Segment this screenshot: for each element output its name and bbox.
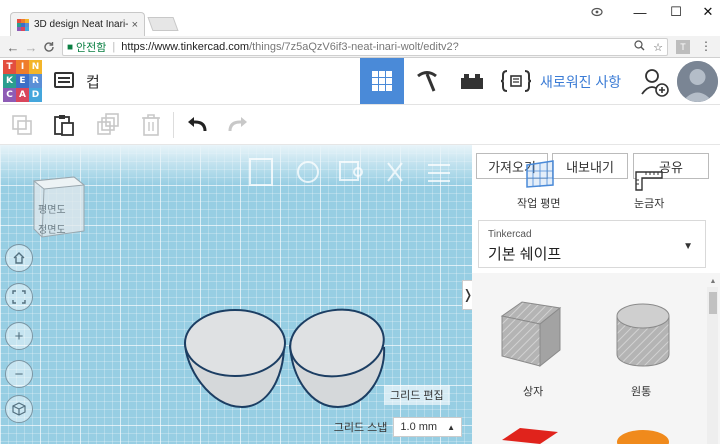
zoom-icon[interactable] bbox=[634, 40, 645, 54]
back-button[interactable]: ← bbox=[4, 38, 22, 56]
red-shape-thumbnail[interactable] bbox=[500, 426, 560, 444]
zoom-in-icon: + bbox=[14, 327, 24, 345]
shape-label-cylinder: 원통 bbox=[631, 386, 652, 398]
workplane-tool-icon[interactable] bbox=[523, 159, 557, 189]
view-cube[interactable]: 평면도 정면도 bbox=[28, 175, 86, 239]
library-source-label: Tinkercad bbox=[488, 229, 532, 240]
pickaxe-icon bbox=[417, 71, 437, 92]
url-path: /things/7z5aQzV6if3-neat-inari-wolt/edit… bbox=[249, 41, 459, 53]
whats-new-link[interactable]: 새로워진 사항 bbox=[540, 72, 621, 92]
workplane-label: 작업 평면 bbox=[517, 198, 561, 210]
home-icon bbox=[13, 252, 25, 264]
ruler-label: 눈금자 bbox=[634, 198, 665, 210]
code-braces-icon bbox=[500, 70, 532, 92]
fit-icon bbox=[12, 290, 26, 304]
home-view-button[interactable] bbox=[5, 244, 33, 272]
library-name: 기본 쉐이프 bbox=[488, 246, 562, 263]
logo-letter: K bbox=[3, 74, 16, 88]
cup-shape-left bbox=[184, 309, 286, 409]
snap-grid-control: 그리드 스냅 1.0 mm ▲ bbox=[334, 417, 462, 437]
browser-menu-icon[interactable]: ⋮ bbox=[700, 39, 712, 53]
snap-caret-icon: ▲ bbox=[447, 422, 455, 432]
forward-button[interactable]: → bbox=[22, 38, 40, 56]
lock-icon: ■ bbox=[67, 41, 74, 53]
toolbar-divider bbox=[173, 112, 174, 138]
snap-grid-value: 1.0 mm bbox=[400, 421, 438, 433]
duplicate-icon[interactable] bbox=[96, 113, 120, 137]
shape-label-box: 상자 bbox=[523, 386, 544, 398]
scrollbar-thumb[interactable] bbox=[709, 292, 717, 314]
bookmark-star-icon[interactable]: ☆ bbox=[653, 41, 663, 54]
url-base: https://www.tinkercad.com bbox=[121, 41, 250, 53]
tinkercad-logo[interactable]: TINKERCAD bbox=[3, 60, 42, 102]
omnibox-separator: | bbox=[112, 41, 116, 53]
fit-view-button[interactable] bbox=[5, 283, 33, 311]
reload-button[interactable] bbox=[40, 38, 58, 56]
zoom-in-button[interactable]: + bbox=[5, 322, 33, 350]
codeblocks-button[interactable] bbox=[494, 58, 538, 104]
logo-letter: R bbox=[29, 74, 42, 88]
tinkercad-favicon-icon bbox=[17, 18, 29, 31]
3d-view-button[interactable] bbox=[360, 58, 404, 104]
cup-models[interactable] bbox=[180, 307, 392, 412]
address-bar-row: ← → ■ 안전함 | https://www.tinkercad.com /t… bbox=[0, 36, 720, 58]
minimize-button[interactable]: — bbox=[620, 0, 660, 24]
edit-grid-button[interactable]: 그리드 편집 bbox=[384, 385, 450, 405]
logo-letter: E bbox=[16, 74, 29, 88]
bricks-mode-button[interactable] bbox=[450, 58, 494, 104]
orange-shape-thumbnail[interactable] bbox=[614, 428, 672, 444]
tinkercad-header: TINKERCAD 컵 새로워진 사항 bbox=[0, 58, 720, 105]
copy-icon[interactable] bbox=[10, 113, 34, 137]
snap-grid-select[interactable]: 1.0 mm ▲ bbox=[393, 417, 462, 437]
cup-shape-right bbox=[289, 308, 386, 409]
perspective-icon bbox=[12, 402, 26, 416]
undo-icon[interactable] bbox=[185, 113, 209, 137]
paste-icon[interactable] bbox=[52, 113, 76, 137]
extension-icon[interactable]: T bbox=[676, 40, 690, 54]
redo-icon[interactable] bbox=[226, 113, 250, 137]
minecraft-mode-button[interactable] bbox=[405, 58, 449, 104]
profile-icon[interactable] bbox=[574, 0, 620, 24]
logo-letter: N bbox=[29, 60, 42, 74]
delete-icon[interactable] bbox=[139, 113, 163, 137]
export-button[interactable]: 내보내기 bbox=[552, 153, 628, 179]
scroll-up-icon[interactable]: ▲ bbox=[708, 276, 718, 286]
zoom-out-button[interactable]: − bbox=[5, 360, 33, 388]
cylinder-shape-thumbnail[interactable] bbox=[614, 302, 672, 368]
edit-toolbar bbox=[0, 105, 720, 145]
invite-user-icon[interactable] bbox=[640, 66, 670, 98]
close-window-button[interactable]: ✕ bbox=[688, 0, 720, 24]
workplane-canvas[interactable]: 평면도 정면도 + − 그리드 편집 그리드 스냅 1.0 mm ▲ bbox=[0, 145, 472, 444]
tab-close-icon[interactable]: × bbox=[132, 19, 138, 31]
zoom-out-icon: − bbox=[14, 365, 24, 383]
box-shape-thumbnail[interactable] bbox=[500, 300, 562, 368]
logo-letter: A bbox=[16, 88, 29, 102]
grid-view-icon bbox=[372, 71, 392, 91]
logo-letter: T bbox=[3, 60, 16, 74]
viewcube-front-label: 정면도 bbox=[38, 224, 66, 236]
design-list-icon[interactable] bbox=[54, 72, 74, 88]
viewcube-top-label: 평면도 bbox=[38, 204, 66, 216]
tab-title: 3D design Neat Inari-W bbox=[34, 19, 128, 30]
shape-library-select[interactable]: Tinkercad 기본 쉐이프 ▼ bbox=[478, 220, 706, 268]
browser-titlebar: 3D design Neat Inari-W × — ☐ ✕ bbox=[0, 0, 720, 36]
logo-letter: I bbox=[16, 60, 29, 74]
logo-letter: D bbox=[29, 88, 42, 102]
security-label: 안전함 bbox=[76, 42, 107, 54]
logo-letter: C bbox=[3, 88, 16, 102]
user-avatar[interactable] bbox=[677, 61, 718, 102]
brick-icon bbox=[461, 74, 483, 89]
shape-tools-ghost-icons bbox=[249, 158, 450, 186]
url-input[interactable]: ■ 안전함 | https://www.tinkercad.com /thing… bbox=[62, 38, 668, 56]
dropdown-caret-icon: ▼ bbox=[683, 241, 693, 252]
new-tab-button[interactable] bbox=[147, 17, 179, 31]
snap-grid-label: 그리드 스냅 bbox=[333, 422, 388, 434]
design-title[interactable]: 컵 bbox=[86, 71, 100, 92]
ruler-icon[interactable] bbox=[634, 170, 664, 192]
browser-tab[interactable]: 3D design Neat Inari-W × bbox=[10, 12, 145, 36]
perspective-button[interactable] bbox=[5, 395, 33, 423]
